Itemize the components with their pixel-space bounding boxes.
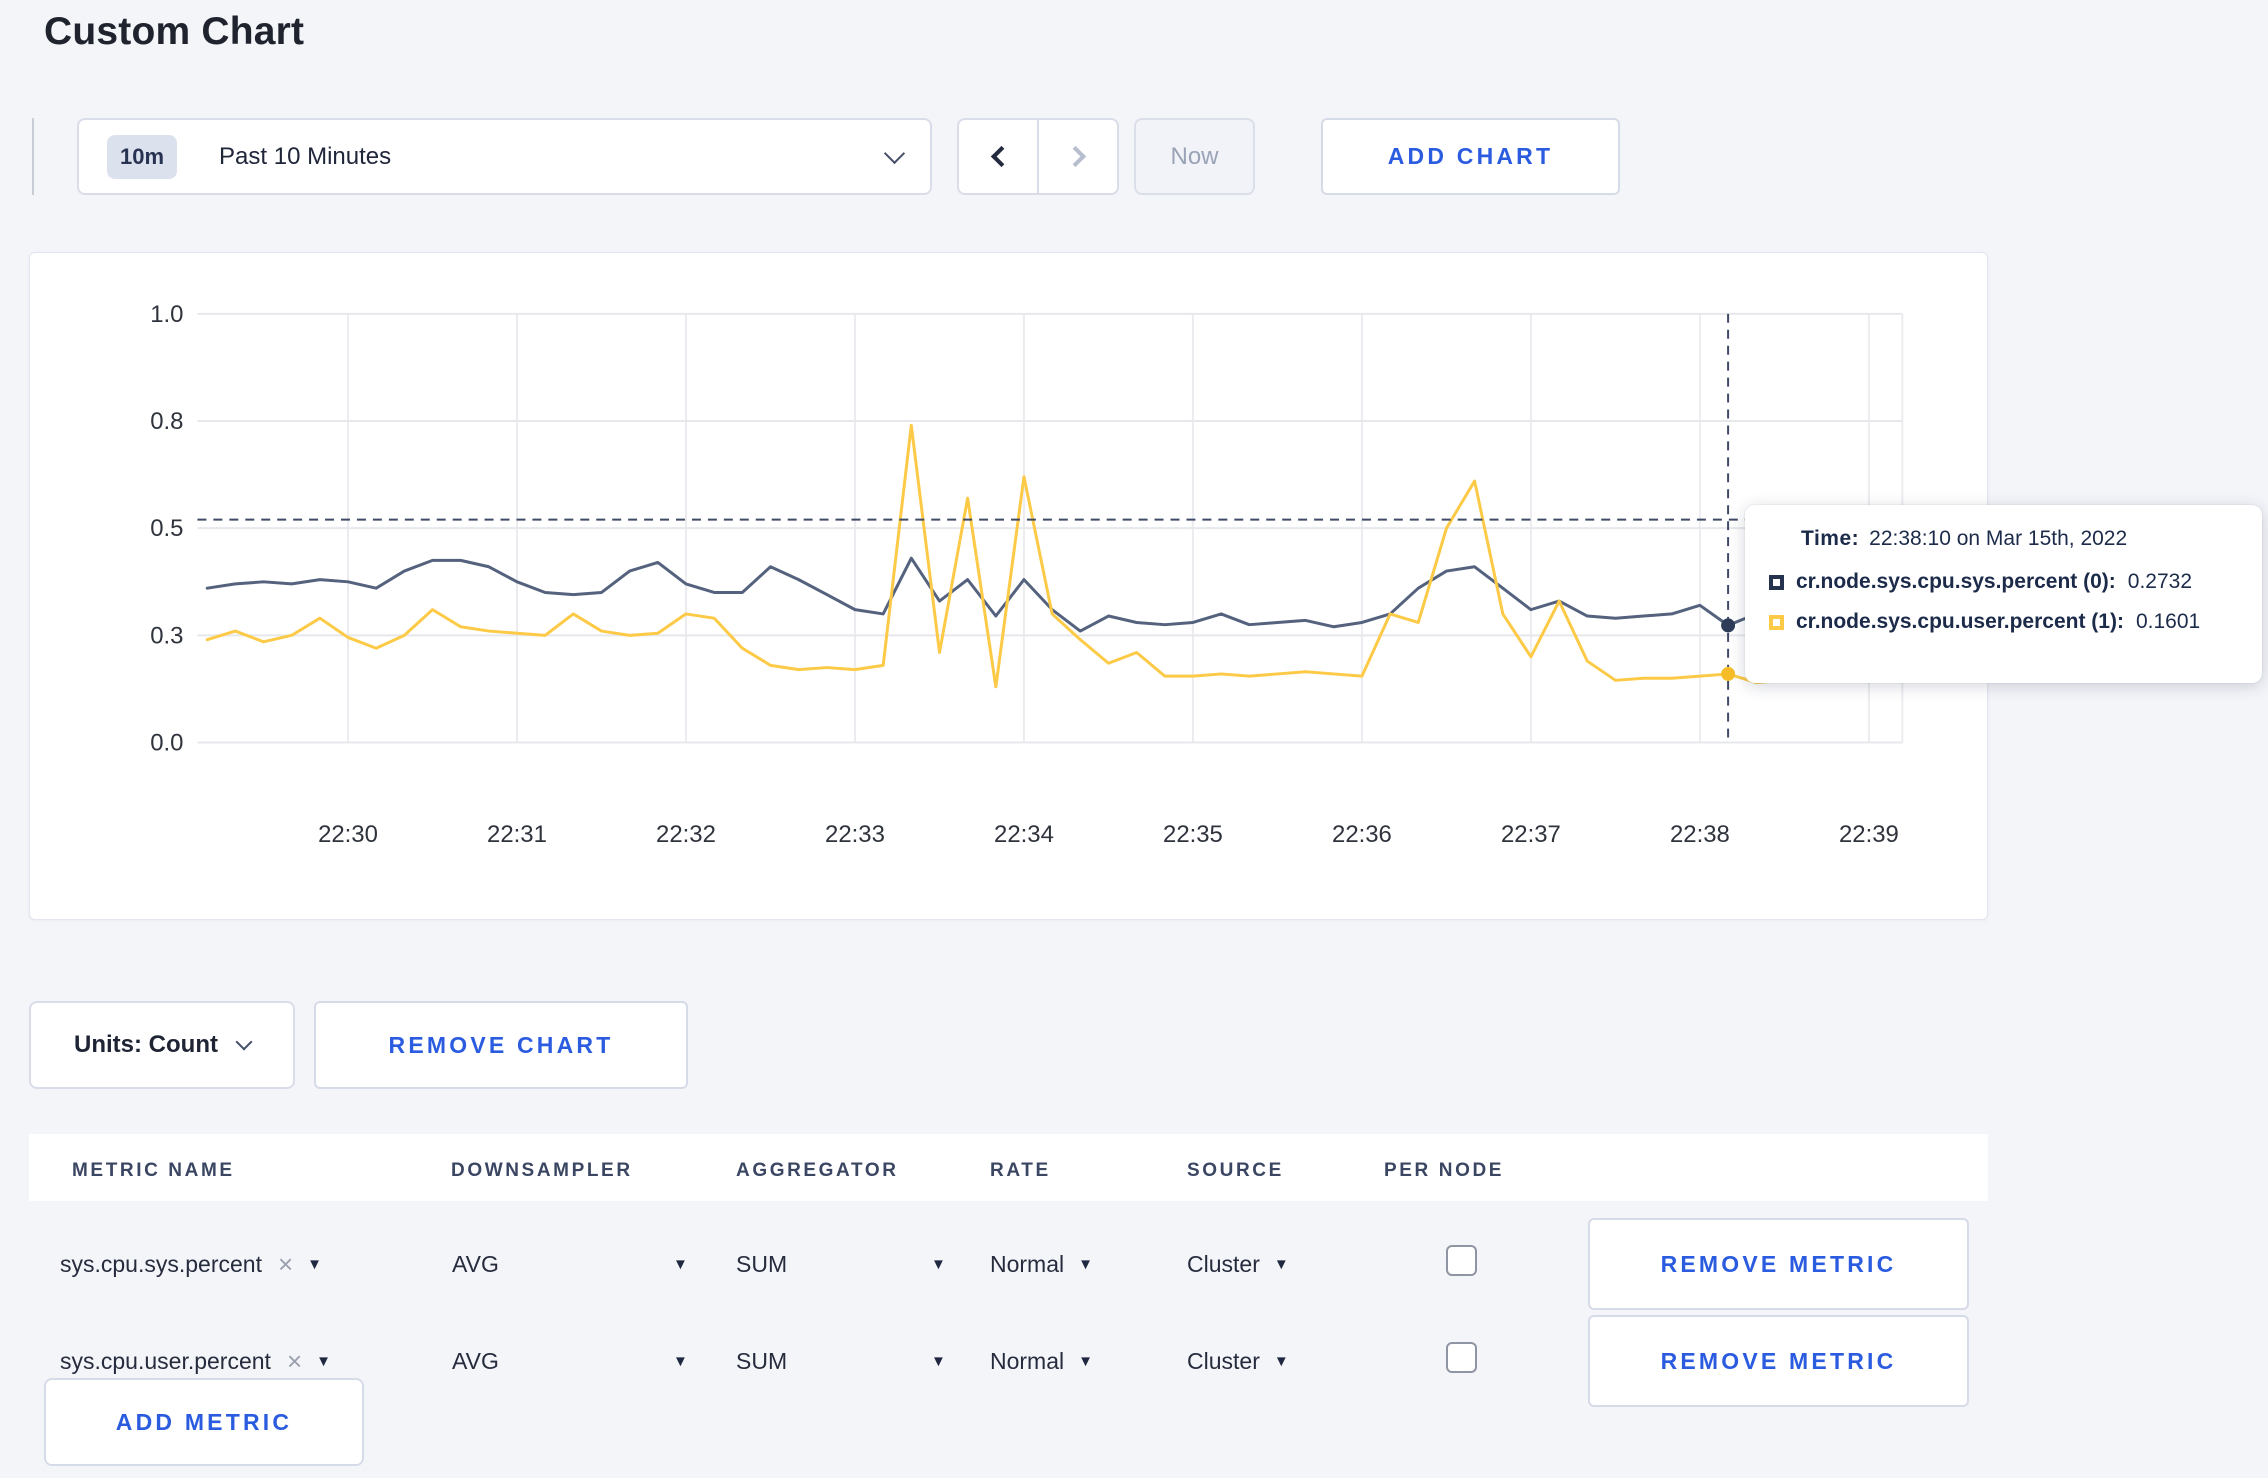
- time-back-button[interactable]: [959, 120, 1039, 193]
- downsampler-select[interactable]: AVG: [452, 1315, 499, 1407]
- svg-text:22:34: 22:34: [994, 821, 1054, 848]
- svg-text:0.3: 0.3: [150, 622, 183, 649]
- chevron-right-icon: [1064, 145, 1086, 168]
- timeseries-chart[interactable]: 0.0 0.3 0.5 0.8 1.0 22:30 22:31 22:32 22:33 22:34…: [30, 253, 1987, 919]
- svg-text:1.0: 1.0: [150, 301, 183, 328]
- column-header-metric-name: METRIC NAME: [72, 1160, 235, 1181]
- time-scale-badge: 10m: [107, 134, 178, 179]
- series-swatch-sys-icon: [1769, 574, 1784, 590]
- time-nav-group: [957, 118, 1119, 195]
- svg-text:22:38: 22:38: [1670, 821, 1730, 848]
- aggregator-select[interactable]: SUM: [736, 1218, 787, 1310]
- tooltip-time-label: Time:: [1801, 527, 1860, 550]
- close-x-icon[interactable]: ×: [278, 1251, 293, 1277]
- svg-text:22:37: 22:37: [1501, 821, 1561, 848]
- svg-text:22:30: 22:30: [318, 821, 378, 848]
- add-chart-button[interactable]: ADD CHART: [1321, 118, 1620, 195]
- svg-text:22:32: 22:32: [656, 821, 716, 848]
- aggregator-select[interactable]: SUM: [736, 1315, 787, 1407]
- toolbar-divider: [32, 118, 34, 195]
- column-header-rate: RATE: [990, 1160, 1051, 1181]
- metric-row: sys.cpu.sys.percent × ▼ AVG ▼ SUM ▼ Norm…: [29, 1218, 1988, 1310]
- dropdown-caret-icon[interactable]: ▼: [917, 1315, 946, 1407]
- remove-metric-button[interactable]: REMOVE METRIC: [1588, 1218, 1969, 1310]
- svg-text:22:33: 22:33: [825, 821, 885, 848]
- chevron-down-icon: [235, 1033, 253, 1051]
- rate-select[interactable]: Normal ▼: [990, 1315, 1093, 1407]
- tooltip-series-row: cr.node.sys.cpu.sys.percent (0): 0.2732: [1759, 570, 2242, 594]
- dropdown-caret-icon: ▼: [1078, 1255, 1093, 1273]
- downsampler-select[interactable]: AVG: [452, 1218, 499, 1310]
- source-value: Cluster: [1187, 1250, 1260, 1277]
- units-label: Units: Count: [74, 1031, 218, 1058]
- rate-value: Normal: [990, 1347, 1065, 1374]
- dropdown-caret-icon: ▼: [1273, 1255, 1289, 1273]
- rate-value: Normal: [990, 1250, 1065, 1277]
- tooltip-series-name: cr.node.sys.cpu.sys.percent (0):: [1796, 570, 2116, 593]
- svg-text:0.8: 0.8: [150, 408, 183, 435]
- column-header-per-node: PER NODE: [1384, 1160, 1505, 1181]
- time-range-select[interactable]: 10m Past 10 Minutes: [77, 118, 932, 195]
- remove-chart-button[interactable]: REMOVE CHART: [314, 1001, 688, 1089]
- dropdown-caret-icon[interactable]: ▼: [917, 1218, 946, 1310]
- svg-text:22:39: 22:39: [1839, 821, 1899, 848]
- dropdown-caret-icon: ▼: [316, 1352, 331, 1370]
- dropdown-caret-icon: ▼: [1078, 1352, 1093, 1370]
- svg-text:22:35: 22:35: [1163, 821, 1223, 848]
- tooltip-series-row: cr.node.sys.cpu.user.percent (1): 0.1601: [1759, 610, 2242, 634]
- chevron-left-icon: [990, 145, 1012, 168]
- time-forward-button[interactable]: [1039, 120, 1117, 193]
- svg-text:22:36: 22:36: [1332, 821, 1392, 848]
- per-node-checkbox[interactable]: [1446, 1341, 1477, 1373]
- column-header-downsampler: DOWNSAMPLER: [451, 1160, 633, 1181]
- chevron-down-icon: [883, 142, 906, 165]
- dropdown-caret-icon[interactable]: ▼: [659, 1218, 688, 1310]
- chart-hover-tooltip: Time: 22:38:10 on Mar 15th, 2022 cr.node.…: [1745, 505, 2262, 683]
- units-select[interactable]: Units: Count: [29, 1001, 295, 1089]
- tooltip-time-value: 22:38:10 on Mar 15th, 2022: [1869, 527, 2128, 550]
- metrics-table-header: METRIC NAME DOWNSAMPLER AGGREGATOR RATE …: [29, 1134, 1988, 1201]
- metric-name-value: sys.cpu.sys.percent: [60, 1250, 262, 1277]
- time-range-label: Past 10 Minutes: [219, 142, 392, 170]
- svg-text:0.0: 0.0: [150, 730, 183, 757]
- svg-text:0.5: 0.5: [150, 515, 183, 542]
- now-button[interactable]: Now: [1134, 118, 1255, 195]
- chart-card: 0.0 0.3 0.5 0.8 1.0 22:30 22:31 22:32 22:33 22:34…: [29, 252, 1988, 920]
- tooltip-series-value: 0.2732: [2127, 570, 2193, 593]
- dropdown-caret-icon[interactable]: ▼: [659, 1315, 688, 1407]
- metric-name-select[interactable]: sys.cpu.sys.percent × ▼: [60, 1218, 322, 1310]
- svg-text:22:31: 22:31: [487, 821, 547, 848]
- series-swatch-user-icon: [1769, 614, 1784, 630]
- dropdown-caret-icon: ▼: [1273, 1352, 1289, 1370]
- source-value: Cluster: [1187, 1347, 1260, 1374]
- column-header-source: SOURCE: [1187, 1160, 1284, 1181]
- column-header-aggregator: AGGREGATOR: [736, 1160, 899, 1181]
- rate-select[interactable]: Normal ▼: [990, 1218, 1093, 1310]
- dropdown-caret-icon: ▼: [307, 1255, 323, 1273]
- source-select[interactable]: Cluster ▼: [1187, 1218, 1289, 1310]
- tooltip-time-row: Time: 22:38:10 on Mar 15th, 2022: [1801, 527, 2242, 551]
- page-title: Custom Chart: [44, 10, 305, 53]
- source-select[interactable]: Cluster ▼: [1187, 1315, 1289, 1407]
- add-metric-button[interactable]: ADD METRIC: [44, 1378, 364, 1466]
- metric-name-value: sys.cpu.user.percent: [60, 1347, 271, 1374]
- per-node-checkbox[interactable]: [1446, 1244, 1477, 1276]
- tooltip-series-name: cr.node.sys.cpu.user.percent (1):: [1796, 610, 2124, 633]
- remove-metric-button[interactable]: REMOVE METRIC: [1588, 1315, 1969, 1407]
- tooltip-series-value: 0.1601: [2135, 610, 2201, 633]
- close-x-icon[interactable]: ×: [287, 1348, 302, 1374]
